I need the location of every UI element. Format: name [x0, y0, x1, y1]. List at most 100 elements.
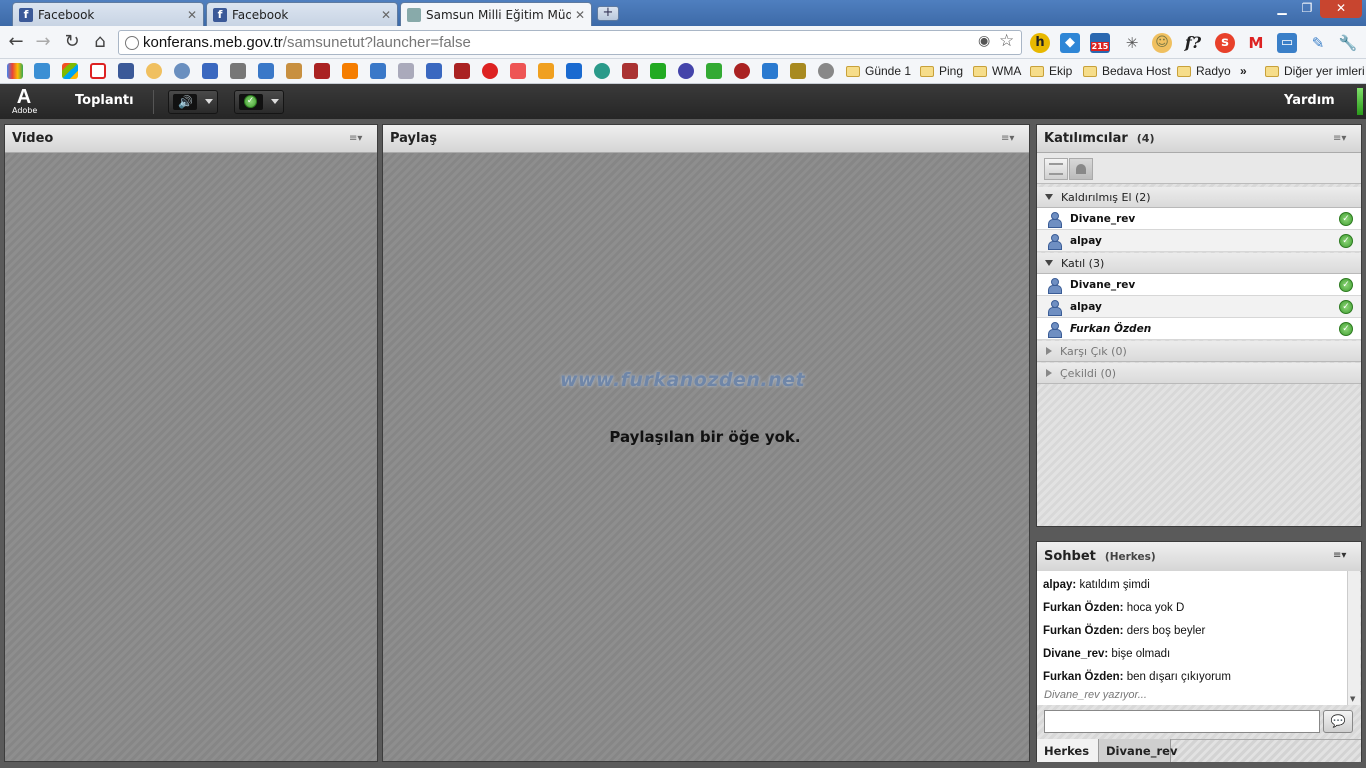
world-bookmark-icon[interactable]: [818, 63, 834, 79]
blogger-bookmark-icon[interactable]: [342, 63, 358, 79]
home-icon[interactable]: ⌂: [89, 32, 111, 54]
group-away[interactable]: Çekildi (0): [1037, 363, 1361, 384]
tool-bookmark-icon[interactable]: [230, 63, 246, 79]
folder-bookmark-icon[interactable]: [538, 63, 554, 79]
fquestion-icon[interactable]: f?: [1183, 33, 1203, 53]
cube-bookmark-icon[interactable]: [426, 63, 442, 79]
arrow-bookmark-icon[interactable]: [370, 63, 386, 79]
bookmark-folder-wma[interactable]: WMA: [973, 62, 1021, 80]
address-bar[interactable]: konferans.meb.gov.tr/samsunetut?launcher…: [118, 30, 1022, 55]
status-control[interactable]: ✓: [234, 90, 284, 114]
close-window-icon[interactable]: ✕: [1320, 0, 1362, 18]
robot-bookmark-icon[interactable]: [202, 63, 218, 79]
ghost-bookmark-icon[interactable]: [734, 63, 750, 79]
new-tab-button[interactable]: +: [597, 6, 619, 21]
crest-bookmark-icon[interactable]: [790, 63, 806, 79]
status-agree-icon: ✓: [239, 94, 263, 110]
chevron-down-icon[interactable]: [205, 99, 213, 104]
bug-icon[interactable]: ✳: [1122, 33, 1142, 53]
back-icon[interactable]: ←: [5, 32, 27, 54]
x-bookmark-icon[interactable]: [258, 63, 274, 79]
pod-menu-icon[interactable]: ≡▾: [1001, 134, 1017, 144]
attendee-row[interactable]: Furkan Özden ✓: [1037, 318, 1361, 340]
screen-icon[interactable]: ▭: [1277, 33, 1297, 53]
lightbulb-icon[interactable]: ◉: [978, 33, 990, 49]
red-circle-bookmark-icon[interactable]: [482, 63, 498, 79]
browser-tab-facebook-1[interactable]: f Facebook ✕: [12, 2, 204, 26]
dropbox-icon[interactable]: ◆: [1060, 33, 1080, 53]
help-menu[interactable]: Yardım: [1284, 93, 1335, 108]
pod-menu-icon[interactable]: ≡▾: [1333, 551, 1349, 561]
chevron-down-icon[interactable]: [271, 99, 279, 104]
bookmark-folder-bedava-host[interactable]: Bedava Host: [1083, 62, 1171, 80]
attendee-row[interactable]: alpay ✓: [1037, 230, 1361, 252]
meeting-menu[interactable]: Toplantı: [75, 93, 134, 108]
search-bookmark-icon[interactable]: [762, 63, 778, 79]
expand-icon: [1045, 260, 1053, 266]
chat-input[interactable]: [1044, 710, 1320, 733]
close-icon[interactable]: ✕: [575, 8, 585, 22]
chat-scrollbar[interactable]: ▼: [1347, 571, 1360, 705]
user-icon: [1048, 321, 1062, 338]
pod-menu-icon[interactable]: ≡▾: [1333, 134, 1349, 144]
face-icon[interactable]: ☺: [1152, 33, 1172, 53]
attendee-row[interactable]: Divane_rev ✓: [1037, 274, 1361, 296]
list-view-icon[interactable]: [1044, 158, 1068, 180]
face-bookmark-icon[interactable]: [146, 63, 162, 79]
chat-tab-divane-rev[interactable]: Divane_rev: [1099, 739, 1177, 762]
video-pod: Video ≡▾: [4, 124, 378, 762]
attendee-row[interactable]: Divane_rev ✓: [1037, 208, 1361, 230]
weather-bookmark-icon[interactable]: [34, 63, 50, 79]
group-disagree[interactable]: Karşı Çık (0): [1037, 341, 1361, 362]
tinymce-bookmark-icon[interactable]: [398, 63, 414, 79]
facebook-bookmark-icon[interactable]: [118, 63, 134, 79]
shield-bookmark-icon[interactable]: [314, 63, 330, 79]
browser-tab-facebook-2[interactable]: f Facebook ✕: [206, 2, 398, 26]
gmail-icon[interactable]: M: [1246, 33, 1266, 53]
badge-215-icon[interactable]: 215: [1090, 33, 1110, 53]
reload-icon[interactable]: ↻: [61, 32, 83, 54]
gmail-bookmark-icon[interactable]: [90, 63, 106, 79]
chat-tab-everyone[interactable]: Herkes: [1037, 739, 1099, 762]
cloud-bookmark-icon[interactable]: [174, 63, 190, 79]
mask-bookmark-icon[interactable]: [622, 63, 638, 79]
plus-bookmark-icon[interactable]: [650, 63, 666, 79]
close-icon[interactable]: ✕: [381, 8, 391, 22]
browser-tab-samsun[interactable]: Samsun Milli Eğitim Müdürlüğü ✕: [400, 2, 592, 26]
stumbleupon-icon[interactable]: s: [1215, 33, 1235, 53]
bookmark-folder-ekip[interactable]: Ekip: [1030, 62, 1072, 80]
wrench-icon[interactable]: 🔧: [1338, 33, 1358, 53]
pen-icon[interactable]: ✎: [1308, 33, 1328, 53]
windows-bookmark-icon[interactable]: [62, 63, 78, 79]
status-view-icon[interactable]: [1069, 158, 1093, 180]
send-message-button[interactable]: 💬: [1323, 710, 1353, 733]
bookmark-folder-gunde1[interactable]: Günde 1: [846, 62, 911, 80]
chat-pod-title: Sohbet: [1044, 549, 1096, 564]
bookmarks-overflow-button[interactable]: »: [1240, 62, 1247, 80]
group-agree[interactable]: Katıl (3): [1037, 253, 1361, 274]
close-icon[interactable]: ✕: [187, 8, 197, 22]
bi-bookmark-icon[interactable]: [566, 63, 582, 79]
google-bookmark-icon[interactable]: [7, 63, 23, 79]
url-path: /samsunetut?launcher=false: [282, 34, 471, 51]
pod-menu-icon[interactable]: ≡▾: [349, 134, 365, 144]
box-bookmark-icon[interactable]: [286, 63, 302, 79]
other-bookmarks-folder[interactable]: Diğer yer imleri: [1265, 62, 1365, 80]
h-icon[interactable]: h: [1030, 33, 1050, 53]
speaker-control[interactable]: 🔊: [168, 90, 218, 114]
chat-message: Furkan Özden: ders boş beyler: [1043, 625, 1206, 637]
attendee-row[interactable]: alpay ✓: [1037, 296, 1361, 318]
group-raised-hand[interactable]: Kaldırılmış El (2): [1037, 187, 1361, 208]
forward-icon[interactable]: →: [32, 32, 54, 54]
bookmark-folder-radyo[interactable]: Radyo: [1177, 62, 1231, 80]
star-icon[interactable]: ☆: [999, 31, 1014, 51]
gift-bookmark-icon[interactable]: [510, 63, 526, 79]
restore-icon[interactable]: ❐: [1295, 0, 1319, 18]
scroll-down-icon[interactable]: ▼: [1350, 695, 1355, 703]
minimize-icon[interactable]: ▁: [1270, 0, 1294, 18]
globe-bookmark-icon[interactable]: [594, 63, 610, 79]
sk-bookmark-icon[interactable]: [454, 63, 470, 79]
block-bookmark-icon[interactable]: [706, 63, 722, 79]
bookmark-folder-ping[interactable]: Ping: [920, 62, 963, 80]
emblem-bookmark-icon[interactable]: [678, 63, 694, 79]
